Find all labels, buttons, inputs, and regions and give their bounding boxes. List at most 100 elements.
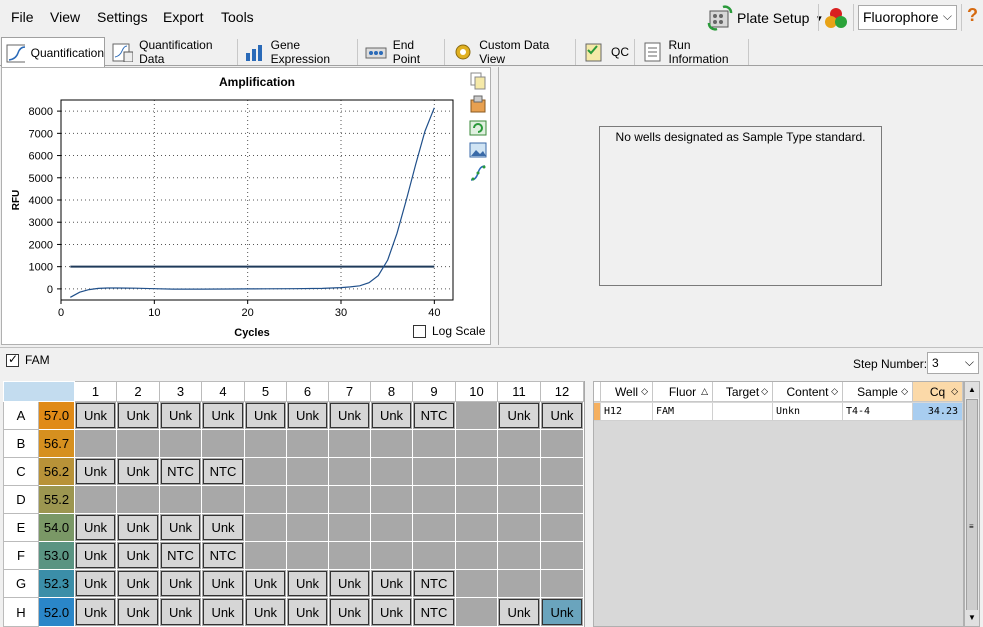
- well-B8[interactable]: [370, 429, 413, 458]
- well-A9[interactable]: NTC: [412, 401, 456, 430]
- well-D1[interactable]: [74, 485, 117, 514]
- amplification-chart[interactable]: Amplification 0 10 20 30 40 0 1000 2000 3000 4000 5…: [2, 68, 490, 344]
- plate-corner[interactable]: [3, 381, 75, 402]
- step-number-select[interactable]: 3 ⌵: [927, 352, 979, 374]
- column-header-6[interactable]: 6: [286, 381, 329, 402]
- well-D8[interactable]: [370, 485, 413, 514]
- cell-fluor[interactable]: FAM: [653, 403, 713, 421]
- refresh-icon[interactable]: [469, 118, 487, 136]
- well-H12[interactable]: Unk: [540, 597, 584, 627]
- tab-gene-expression[interactable]: Gene Expression: [240, 38, 358, 66]
- well-B11[interactable]: [497, 429, 541, 458]
- well-C8[interactable]: [370, 457, 413, 486]
- well-D3[interactable]: [159, 485, 202, 514]
- well-B6[interactable]: [286, 429, 329, 458]
- well-E9[interactable]: [412, 513, 456, 542]
- column-header-8[interactable]: 8: [370, 381, 413, 402]
- plate-setup-button[interactable]: Plate Setup ▼: [707, 4, 823, 32]
- curve-fit-icon[interactable]: [469, 164, 487, 182]
- well-G9[interactable]: NTC: [412, 569, 456, 598]
- well-E10[interactable]: [455, 513, 498, 542]
- well-F5[interactable]: [244, 541, 287, 570]
- well-B3[interactable]: [159, 429, 202, 458]
- column-header-sample[interactable]: Sample ◇: [843, 382, 913, 402]
- image-icon[interactable]: [469, 141, 487, 159]
- fam-checkbox[interactable]: FAM: [6, 352, 50, 367]
- row-header-A[interactable]: A: [3, 401, 39, 430]
- help-icon[interactable]: ?: [967, 5, 978, 26]
- well-A2[interactable]: Unk: [116, 401, 160, 430]
- column-header-12[interactable]: 12: [540, 381, 584, 402]
- well-D11[interactable]: [497, 485, 541, 514]
- well-G8[interactable]: Unk: [370, 569, 413, 598]
- well-D12[interactable]: [540, 485, 584, 514]
- well-D6[interactable]: [286, 485, 329, 514]
- well-B10[interactable]: [455, 429, 498, 458]
- well-E12[interactable]: [540, 513, 584, 542]
- well-G4[interactable]: Unk: [201, 569, 245, 598]
- well-F7[interactable]: [328, 541, 371, 570]
- well-D7[interactable]: [328, 485, 371, 514]
- well-A10[interactable]: [455, 401, 498, 430]
- row-header-C[interactable]: C: [3, 457, 39, 486]
- column-header-content[interactable]: Content ◇: [773, 382, 843, 402]
- cell-sample[interactable]: T4-4: [843, 403, 913, 421]
- well-H9[interactable]: NTC: [412, 597, 456, 627]
- row-header-E[interactable]: E: [3, 513, 39, 542]
- well-G7[interactable]: Unk: [328, 569, 371, 598]
- well-F3[interactable]: NTC: [159, 541, 202, 570]
- well-C3[interactable]: NTC: [159, 457, 202, 486]
- column-header-2[interactable]: 2: [116, 381, 160, 402]
- column-header-9[interactable]: 9: [412, 381, 456, 402]
- fluorophore-select[interactable]: Fluorophore ⌵: [858, 5, 957, 30]
- well-F11[interactable]: [497, 541, 541, 570]
- export-icon[interactable]: [469, 95, 487, 113]
- well-D9[interactable]: [412, 485, 456, 514]
- tab-qc[interactable]: QC: [579, 39, 635, 65]
- well-H7[interactable]: Unk: [328, 597, 371, 627]
- results-scrollbar[interactable]: ▲ ≡ ▼: [964, 381, 980, 627]
- column-header-5[interactable]: 5: [244, 381, 287, 402]
- well-C5[interactable]: [244, 457, 287, 486]
- column-header-11[interactable]: 11: [497, 381, 541, 402]
- well-F12[interactable]: [540, 541, 584, 570]
- well-C4[interactable]: NTC: [201, 457, 245, 486]
- well-E4[interactable]: Unk: [201, 513, 245, 542]
- scroll-up-icon[interactable]: ▲: [965, 382, 979, 398]
- scrollbar-thumb[interactable]: ≡: [966, 399, 978, 611]
- well-G2[interactable]: Unk: [116, 569, 160, 598]
- well-B9[interactable]: [412, 429, 456, 458]
- well-E3[interactable]: Unk: [159, 513, 202, 542]
- well-B12[interactable]: [540, 429, 584, 458]
- row-header-F[interactable]: F: [3, 541, 39, 570]
- column-header-4[interactable]: 4: [201, 381, 245, 402]
- well-C1[interactable]: Unk: [74, 457, 117, 486]
- well-H8[interactable]: Unk: [370, 597, 413, 627]
- menu-view[interactable]: View: [50, 9, 80, 25]
- well-F2[interactable]: Unk: [116, 541, 160, 570]
- well-E8[interactable]: [370, 513, 413, 542]
- well-C11[interactable]: [497, 457, 541, 486]
- well-H1[interactable]: Unk: [74, 597, 117, 627]
- well-G12[interactable]: [540, 569, 584, 598]
- well-C9[interactable]: [412, 457, 456, 486]
- well-B1[interactable]: [74, 429, 117, 458]
- well-H4[interactable]: Unk: [201, 597, 245, 627]
- well-D10[interactable]: [455, 485, 498, 514]
- well-H3[interactable]: Unk: [159, 597, 202, 627]
- panel-splitter[interactable]: [587, 381, 592, 627]
- scroll-down-icon[interactable]: ▼: [965, 610, 979, 626]
- menu-settings[interactable]: Settings: [97, 9, 148, 25]
- well-E2[interactable]: Unk: [116, 513, 160, 542]
- cell-well[interactable]: H12: [601, 403, 653, 421]
- well-A1[interactable]: Unk: [74, 401, 117, 430]
- tab-run-information[interactable]: Run Information: [638, 38, 749, 66]
- well-H6[interactable]: Unk: [286, 597, 329, 627]
- copy-icon[interactable]: [469, 72, 487, 90]
- cell-content[interactable]: Unkn: [773, 403, 843, 421]
- column-header-3[interactable]: 3: [159, 381, 202, 402]
- panel-splitter[interactable]: [493, 67, 497, 345]
- well-F8[interactable]: [370, 541, 413, 570]
- fluorophore-color-icon[interactable]: [823, 5, 849, 31]
- well-A5[interactable]: Unk: [244, 401, 287, 430]
